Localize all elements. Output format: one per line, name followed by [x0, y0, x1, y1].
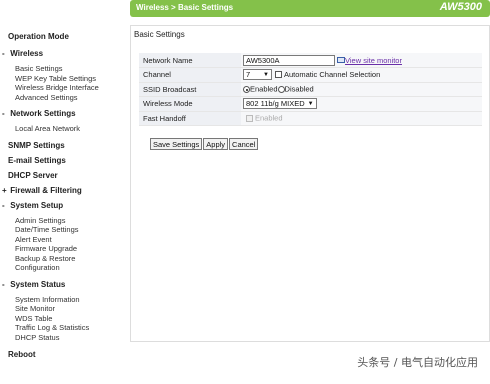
- chevron-down-icon: ▼: [307, 100, 314, 107]
- model-name: AW5300: [439, 1, 482, 13]
- sidebar-item-wep-key-table[interactable]: WEP Key Table Settings: [0, 74, 126, 84]
- auto-channel-label: Automatic Channel Selection: [283, 70, 381, 80]
- sidebar-section-label: Wireless: [10, 49, 44, 58]
- network-name-input[interactable]: AW5300A: [243, 54, 335, 66]
- sidebar-section-firewall[interactable]: + Firewall & Filtering: [0, 186, 126, 196]
- sidebar-item-snmp[interactable]: SNMP Settings: [0, 141, 126, 151]
- apply-button[interactable]: Apply: [203, 138, 229, 150]
- row-wireless-mode: Wireless Mode 802 11b/g MIXED ▼: [139, 96, 482, 112]
- wireless-mode-label: Wireless Mode: [139, 96, 241, 112]
- sidebar-section-label: System Status: [10, 279, 66, 289]
- collapse-marker: -: [2, 49, 5, 58]
- network-name-label: Network Name: [139, 53, 241, 68]
- sidebar-nav: Operation Mode - Wireless Basic Settings…: [0, 26, 126, 360]
- sidebar-section-wireless[interactable]: - Wireless: [0, 49, 126, 59]
- ssid-enabled-radio[interactable]: [243, 86, 250, 93]
- action-buttons: Save Settings Apply Cancel: [150, 138, 259, 150]
- sidebar-item-date-time[interactable]: Date/Time Settings: [0, 225, 126, 235]
- sidebar-item-traffic-log[interactable]: Traffic Log & Statistics: [0, 323, 126, 333]
- channel-value: 7: [246, 70, 251, 80]
- sidebar-item-reboot[interactable]: Reboot: [0, 350, 126, 360]
- sidebar-item-site-monitor[interactable]: Site Monitor: [0, 304, 126, 314]
- save-settings-button[interactable]: Save Settings: [150, 138, 203, 150]
- channel-label: Channel: [139, 67, 241, 83]
- sidebar-item-dhcp-server[interactable]: DHCP Server: [0, 171, 126, 181]
- auto-channel-checkbox[interactable]: [274, 71, 282, 79]
- sidebar-item-dhcp-status[interactable]: DHCP Status: [0, 333, 126, 343]
- panel-title: Basic Settings: [134, 30, 185, 39]
- sidebar-section-system-setup[interactable]: - System Setup: [0, 201, 126, 211]
- ssid-broadcast-label: SSID Broadcast: [139, 82, 241, 97]
- sidebar-item-advanced-settings[interactable]: Advanced Settings: [0, 93, 126, 103]
- header-bar: Wireless > Basic Settings AW5300: [130, 0, 490, 17]
- site-monitor-icon[interactable]: [337, 57, 345, 63]
- sidebar-section-system-status[interactable]: - System Status: [0, 280, 126, 290]
- sidebar-item-backup-restore[interactable]: Backup & Restore: [0, 254, 126, 264]
- collapse-marker: -: [2, 200, 5, 210]
- settings-table: Network Name AW5300A View site monitor Ch…: [139, 53, 482, 126]
- fast-handoff-checkbox[interactable]: [246, 115, 253, 122]
- sidebar-item-admin-settings[interactable]: Admin Settings: [0, 216, 126, 226]
- sidebar-item-wds-table[interactable]: WDS Table: [0, 314, 126, 324]
- fast-handoff-option: Enabled: [255, 114, 283, 123]
- row-channel: Channel 7 ▼ Automatic Channel Selection: [139, 67, 482, 83]
- sidebar-item-local-area-network[interactable]: Local Area Network: [0, 124, 126, 134]
- fast-handoff-label: Fast Handoff: [139, 111, 241, 126]
- ssid-disabled-label: Disabled: [284, 85, 314, 94]
- sidebar-item-operation-mode[interactable]: Operation Mode: [0, 32, 126, 42]
- sidebar-item-email[interactable]: E-mail Settings: [0, 156, 126, 166]
- sidebar-item-basic-settings[interactable]: Basic Settings: [0, 64, 126, 74]
- collapse-marker: -: [2, 109, 5, 118]
- row-network-name: Network Name AW5300A View site monitor: [139, 53, 482, 68]
- chevron-down-icon: ▼: [263, 71, 269, 78]
- breadcrumb: Wireless > Basic Settings: [136, 3, 234, 12]
- sidebar-section-label: System Setup: [10, 200, 64, 210]
- sidebar-item-firmware-upgrade[interactable]: Firmware Upgrade: [0, 244, 126, 254]
- settings-panel: Basic Settings Network Name AW5300A View …: [130, 25, 490, 342]
- collapse-marker: -: [2, 279, 5, 289]
- wireless-mode-value: 802 11b/g MIXED: [246, 99, 305, 109]
- wireless-mode-select[interactable]: 802 11b/g MIXED ▼: [243, 98, 317, 110]
- channel-select[interactable]: 7 ▼: [243, 69, 272, 81]
- sidebar-section-network[interactable]: - Network Settings: [0, 109, 126, 119]
- sidebar-item-configuration[interactable]: Configuration: [0, 263, 126, 273]
- row-ssid-broadcast: SSID Broadcast Enabled Disabled: [139, 82, 482, 97]
- sidebar-item-wireless-bridge[interactable]: Wireless Bridge Interface: [0, 83, 126, 93]
- row-fast-handoff: Fast Handoff Enabled: [139, 111, 482, 126]
- expand-marker: +: [2, 185, 7, 195]
- cancel-button[interactable]: Cancel: [229, 138, 259, 150]
- sidebar-section-label: Network Settings: [10, 109, 76, 118]
- watermark: 头条号 / 电气自动化应用: [357, 356, 478, 369]
- ssid-disabled-radio[interactable]: [277, 86, 285, 93]
- sidebar-item-alert-event[interactable]: Alert Event: [0, 235, 126, 245]
- ssid-enabled-label: Enabled: [250, 85, 278, 94]
- sidebar-section-label: Firewall & Filtering: [10, 185, 82, 195]
- view-site-monitor-link[interactable]: View site monitor: [345, 56, 402, 65]
- sidebar-item-system-information[interactable]: System Information: [0, 295, 126, 305]
